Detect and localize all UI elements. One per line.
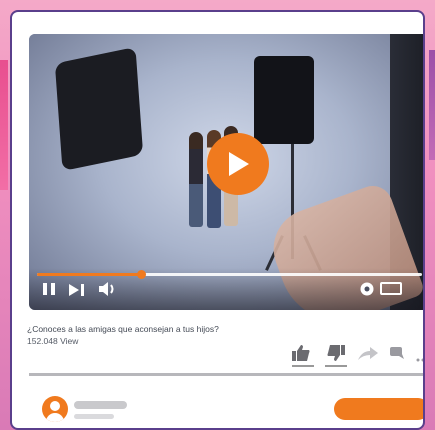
fullscreen-button[interactable] bbox=[380, 282, 402, 295]
share-button[interactable] bbox=[358, 345, 378, 366]
like-button[interactable] bbox=[292, 345, 310, 366]
avatar[interactable] bbox=[42, 396, 68, 422]
softbox-light-right bbox=[254, 56, 314, 144]
skip-next-button[interactable] bbox=[69, 283, 87, 296]
volume-button[interactable] bbox=[99, 282, 117, 296]
play-icon bbox=[229, 152, 249, 176]
video-card: ¿Conoces a las amigas que aconsejan a tu… bbox=[10, 10, 425, 430]
thumbs-down-icon bbox=[327, 345, 345, 361]
view-count: 152.048 View bbox=[27, 336, 79, 346]
gear-icon bbox=[360, 282, 374, 296]
share-icon bbox=[358, 347, 378, 360]
skip-next-icon bbox=[69, 284, 84, 296]
more-icon bbox=[416, 358, 423, 362]
comment-button[interactable] bbox=[390, 345, 406, 364]
progress-bar[interactable] bbox=[37, 270, 422, 279]
like-underline bbox=[292, 365, 314, 367]
settings-button[interactable] bbox=[359, 281, 375, 297]
progress-thumb[interactable] bbox=[136, 270, 146, 279]
video-player[interactable] bbox=[29, 34, 423, 310]
comment-icon bbox=[390, 347, 404, 359]
divider bbox=[29, 373, 423, 376]
dislike-button[interactable] bbox=[327, 345, 345, 366]
more-button[interactable] bbox=[416, 349, 423, 367]
pause-button[interactable] bbox=[43, 283, 57, 295]
softbox-light-left bbox=[54, 46, 144, 172]
play-button[interactable] bbox=[207, 133, 269, 195]
subscribe-button[interactable] bbox=[334, 398, 423, 420]
thumbs-up-icon bbox=[292, 345, 310, 361]
volume-icon bbox=[99, 282, 114, 296]
decorative-stripe-right bbox=[429, 50, 435, 160]
person-figure bbox=[189, 132, 203, 227]
dislike-underline bbox=[325, 365, 347, 367]
channel-name-placeholder bbox=[74, 401, 127, 409]
decorative-stripe-left bbox=[0, 60, 8, 190]
video-title: ¿Conoces a las amigas que aconsejan a tu… bbox=[27, 324, 219, 334]
channel-subtitle-placeholder bbox=[74, 414, 114, 419]
progress-fill bbox=[37, 273, 141, 276]
